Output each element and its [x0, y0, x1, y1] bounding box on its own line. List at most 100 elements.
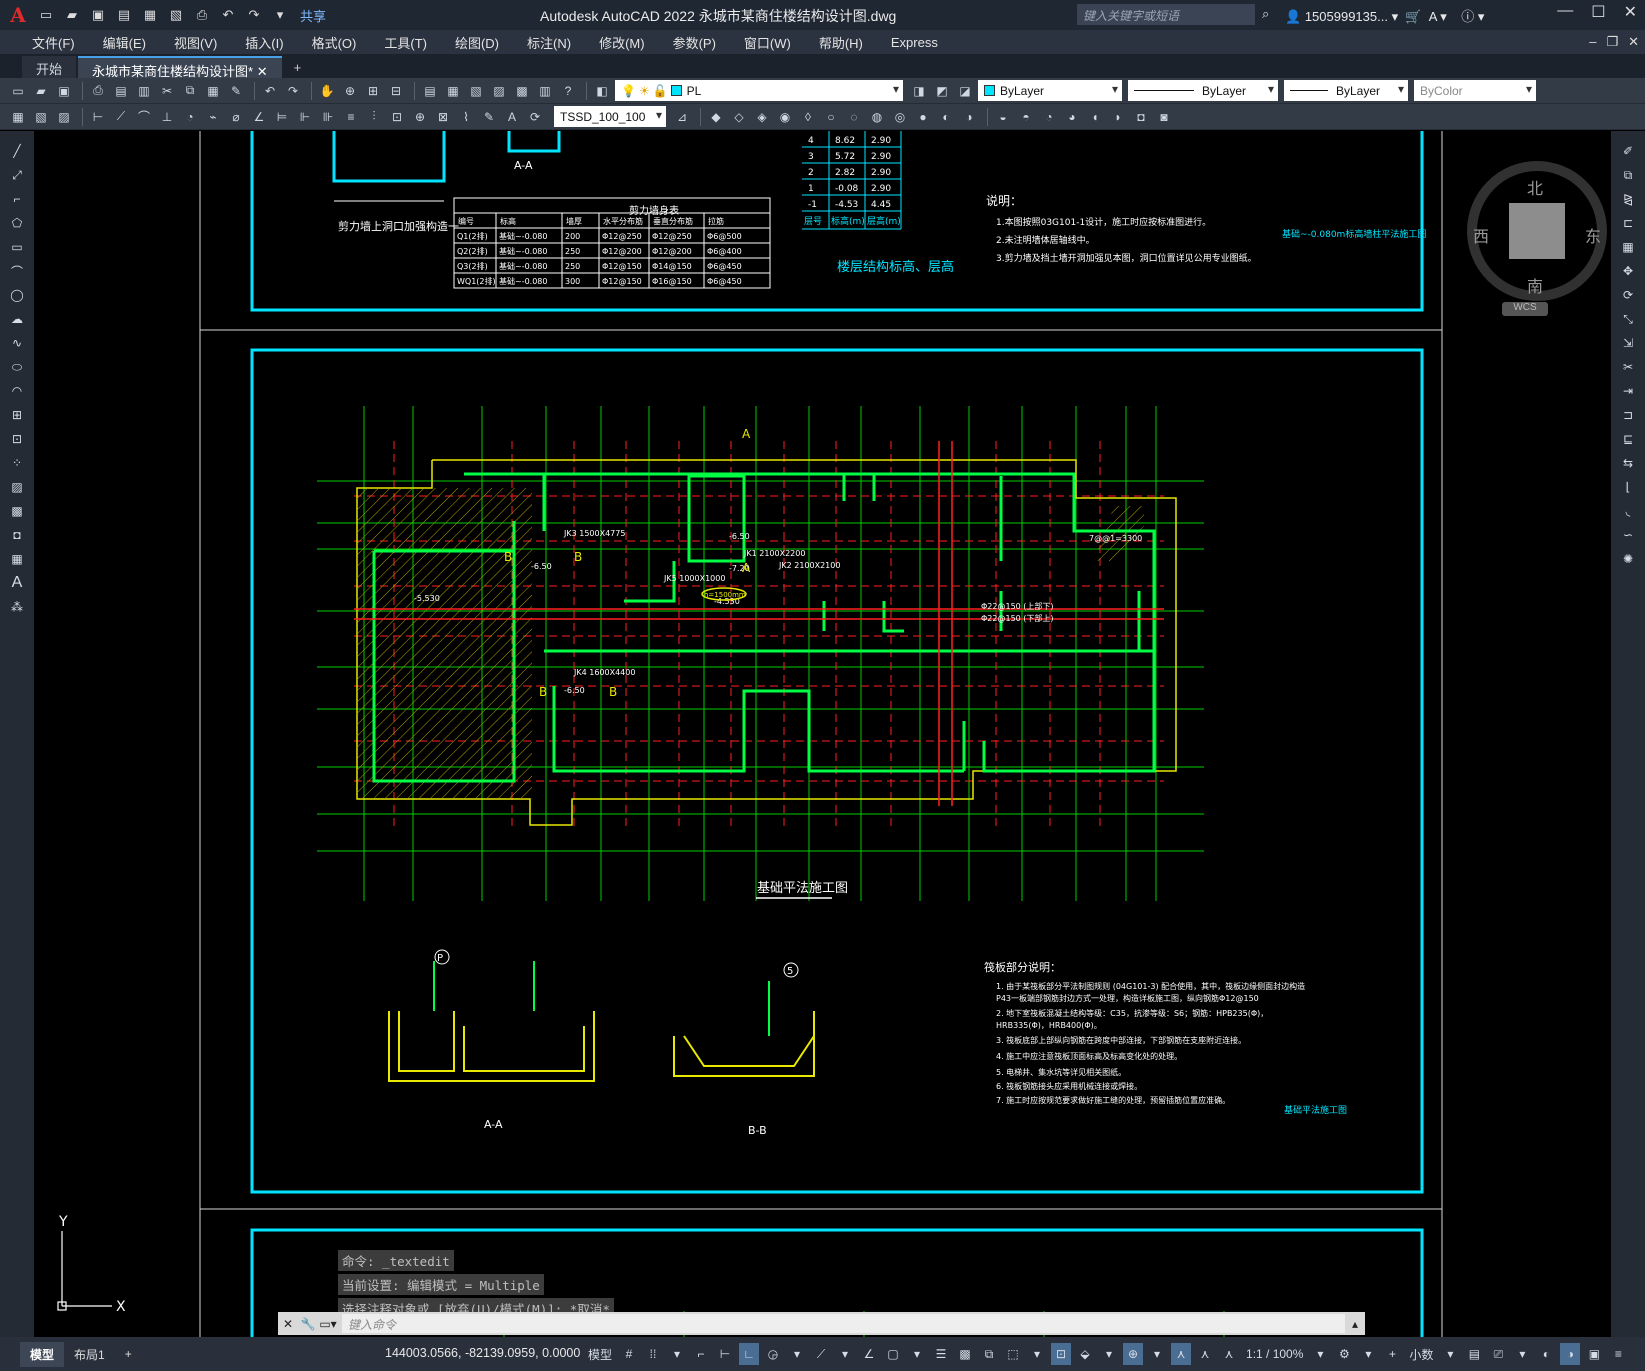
- calculator-icon[interactable]: ▥: [535, 81, 555, 101]
- move-icon[interactable]: ✥: [1618, 261, 1638, 281]
- search-icon[interactable]: ⌕: [1262, 6, 1269, 22]
- annotation-scale-icon[interactable]: ⋏: [1219, 1343, 1239, 1365]
- menu-file[interactable]: 文件(F): [18, 33, 89, 52]
- command-close-icon[interactable]: ✕: [278, 1317, 298, 1331]
- dim-edit-icon[interactable]: ✎: [479, 107, 499, 127]
- selection-filter-dropdown-icon[interactable]: ▾: [1099, 1343, 1119, 1365]
- rectangle-icon[interactable]: ▭: [7, 237, 27, 257]
- plotstyle-dropdown[interactable]: ByColor: [1414, 80, 1536, 101]
- selection-filter-icon[interactable]: ⬙: [1075, 1343, 1095, 1365]
- dynamic-ucs-icon[interactable]: ⊡: [1051, 1343, 1072, 1365]
- construction-line-icon[interactable]: ⤢: [7, 165, 27, 185]
- minimize-icon[interactable]: —: [1557, 2, 1573, 22]
- sheet-set-icon[interactable]: ▨: [489, 81, 509, 101]
- infer-constraints-icon[interactable]: ⌐: [691, 1343, 711, 1365]
- 3d-osnap-icon[interactable]: ⬚: [1003, 1343, 1023, 1365]
- zoom-previous-icon[interactable]: ⊟: [386, 81, 406, 101]
- search-input[interactable]: 键入关键字或短语: [1077, 4, 1255, 25]
- wcs-menu[interactable]: WCS: [1502, 302, 1548, 316]
- array-icon[interactable]: ▦: [1618, 237, 1638, 257]
- annotation-visibility-icon[interactable]: ⋏: [1171, 1343, 1192, 1365]
- new-icon[interactable]: ▭: [8, 81, 28, 101]
- fillet-icon[interactable]: ◟: [1618, 501, 1638, 521]
- autocad-logo-icon[interactable]: A: [6, 3, 30, 27]
- modify-icon-1[interactable]: ◆: [706, 107, 726, 127]
- modify-icon-7[interactable]: ◌: [844, 107, 864, 127]
- modify-icon-10[interactable]: ●: [913, 107, 933, 127]
- gizmo-icon[interactable]: ⊕: [1123, 1343, 1144, 1365]
- tolerance-icon[interactable]: ⊡: [387, 107, 407, 127]
- spline-icon[interactable]: ∿: [7, 333, 27, 353]
- modify-icon-5[interactable]: ◊: [798, 107, 818, 127]
- command-recent-icon[interactable]: ▭▾: [318, 1317, 338, 1331]
- scale-dropdown-icon[interactable]: ▾: [1310, 1343, 1330, 1365]
- modify-icon-11[interactable]: ◐: [936, 107, 956, 127]
- markup-icon[interactable]: ▩: [512, 81, 532, 101]
- layer-state-icon[interactable]: ◪: [955, 81, 975, 101]
- isolate-objects-icon[interactable]: ◐: [1536, 1343, 1556, 1365]
- break-at-point-icon[interactable]: ⊐: [1618, 405, 1638, 425]
- object-snap-tracking-icon[interactable]: ∠: [859, 1343, 879, 1365]
- snap-dropdown-icon[interactable]: ▾: [667, 1343, 687, 1365]
- annotation-scale-dropdown[interactable]: 1:1 / 100%: [1243, 1343, 1306, 1365]
- lineweight-dropdown[interactable]: ByLayer: [1284, 80, 1408, 101]
- ortho-icon[interactable]: ∟: [739, 1343, 760, 1365]
- region-icon[interactable]: ◘: [7, 525, 27, 545]
- tool-icon-a[interactable]: ▦: [8, 107, 28, 127]
- linear-dim-icon[interactable]: ⊢: [88, 107, 108, 127]
- transparency-icon[interactable]: ▩: [955, 1343, 975, 1365]
- dim-style-icon[interactable]: ⊿: [672, 107, 692, 127]
- layer-previous-icon[interactable]: ◩: [932, 81, 952, 101]
- dim-text-edit-icon[interactable]: A: [502, 107, 522, 127]
- save-icon[interactable]: ▣: [88, 5, 108, 25]
- extend-icon[interactable]: ⇥: [1618, 381, 1638, 401]
- lock-ui-icon[interactable]: ⎚: [1488, 1343, 1508, 1365]
- menu-draw[interactable]: 绘图(D): [441, 33, 513, 52]
- plot-icon[interactable]: ⎙: [192, 5, 212, 25]
- preview-icon[interactable]: ▤: [111, 81, 131, 101]
- open-web-icon[interactable]: ▦: [140, 5, 160, 25]
- modify-icon-2[interactable]: ◇: [729, 107, 749, 127]
- block-icon-8[interactable]: ◙: [1154, 107, 1174, 127]
- trim-icon[interactable]: ✂: [1618, 357, 1638, 377]
- jogged-linear-icon[interactable]: ⌇: [456, 107, 476, 127]
- share-button[interactable]: 共享: [300, 6, 326, 25]
- menu-dimension[interactable]: 标注(N): [513, 33, 585, 52]
- snap-icon[interactable]: ⁞⁞: [643, 1343, 663, 1365]
- viewcube-south[interactable]: 南: [1527, 273, 1543, 297]
- undo-icon[interactable]: ↶: [218, 5, 238, 25]
- offset-icon[interactable]: ⊏: [1618, 213, 1638, 233]
- arc-icon[interactable]: ⌒: [7, 261, 27, 281]
- tab-model[interactable]: 模型: [20, 1341, 65, 1367]
- customization-icon[interactable]: ≡: [1608, 1343, 1628, 1365]
- modify-icon-8[interactable]: ◍: [867, 107, 887, 127]
- menu-express[interactable]: Express: [877, 35, 952, 50]
- menu-tools[interactable]: 工具(T): [370, 33, 441, 52]
- chamfer-icon[interactable]: ⌊: [1618, 477, 1638, 497]
- pan-icon[interactable]: ✋: [317, 81, 337, 101]
- dim-break-icon[interactable]: ⫶: [364, 107, 384, 127]
- clean-screen-icon[interactable]: ▣: [1584, 1343, 1604, 1365]
- circle-icon[interactable]: ◯: [7, 285, 27, 305]
- menu-parametric[interactable]: 参数(P): [659, 33, 730, 52]
- command-history-toggle-icon[interactable]: ▴: [1345, 1317, 1365, 1331]
- undo-icon[interactable]: ↶: [260, 81, 280, 101]
- add-layout-button[interactable]: +: [115, 1343, 142, 1365]
- break-icon[interactable]: ⊑: [1618, 429, 1638, 449]
- point-icon[interactable]: ⁘: [7, 453, 27, 473]
- jogged-dim-icon[interactable]: ⌁: [203, 107, 223, 127]
- user-account[interactable]: 👤 1505999135... ▾ 🛒 A ▾ ⓘ ▾: [1285, 6, 1484, 25]
- arc-length-icon[interactable]: ⌒: [134, 107, 154, 127]
- color-dropdown[interactable]: ByLayer: [978, 80, 1122, 101]
- continue-dim-icon[interactable]: ⊪: [318, 107, 338, 127]
- modify-icon-9[interactable]: ◎: [890, 107, 910, 127]
- viewcube-east[interactable]: 东: [1585, 223, 1601, 247]
- diameter-dim-icon[interactable]: ⌀: [226, 107, 246, 127]
- design-center-icon[interactable]: ▦: [443, 81, 463, 101]
- tool-icon-b[interactable]: ▧: [31, 107, 51, 127]
- paste-icon[interactable]: ▦: [203, 81, 223, 101]
- dimstyle-dropdown[interactable]: TSSD_100_100: [554, 106, 666, 127]
- modify-icon-6[interactable]: ○: [821, 107, 841, 127]
- saveas-icon[interactable]: ▤: [114, 5, 134, 25]
- redo-icon[interactable]: ↷: [283, 81, 303, 101]
